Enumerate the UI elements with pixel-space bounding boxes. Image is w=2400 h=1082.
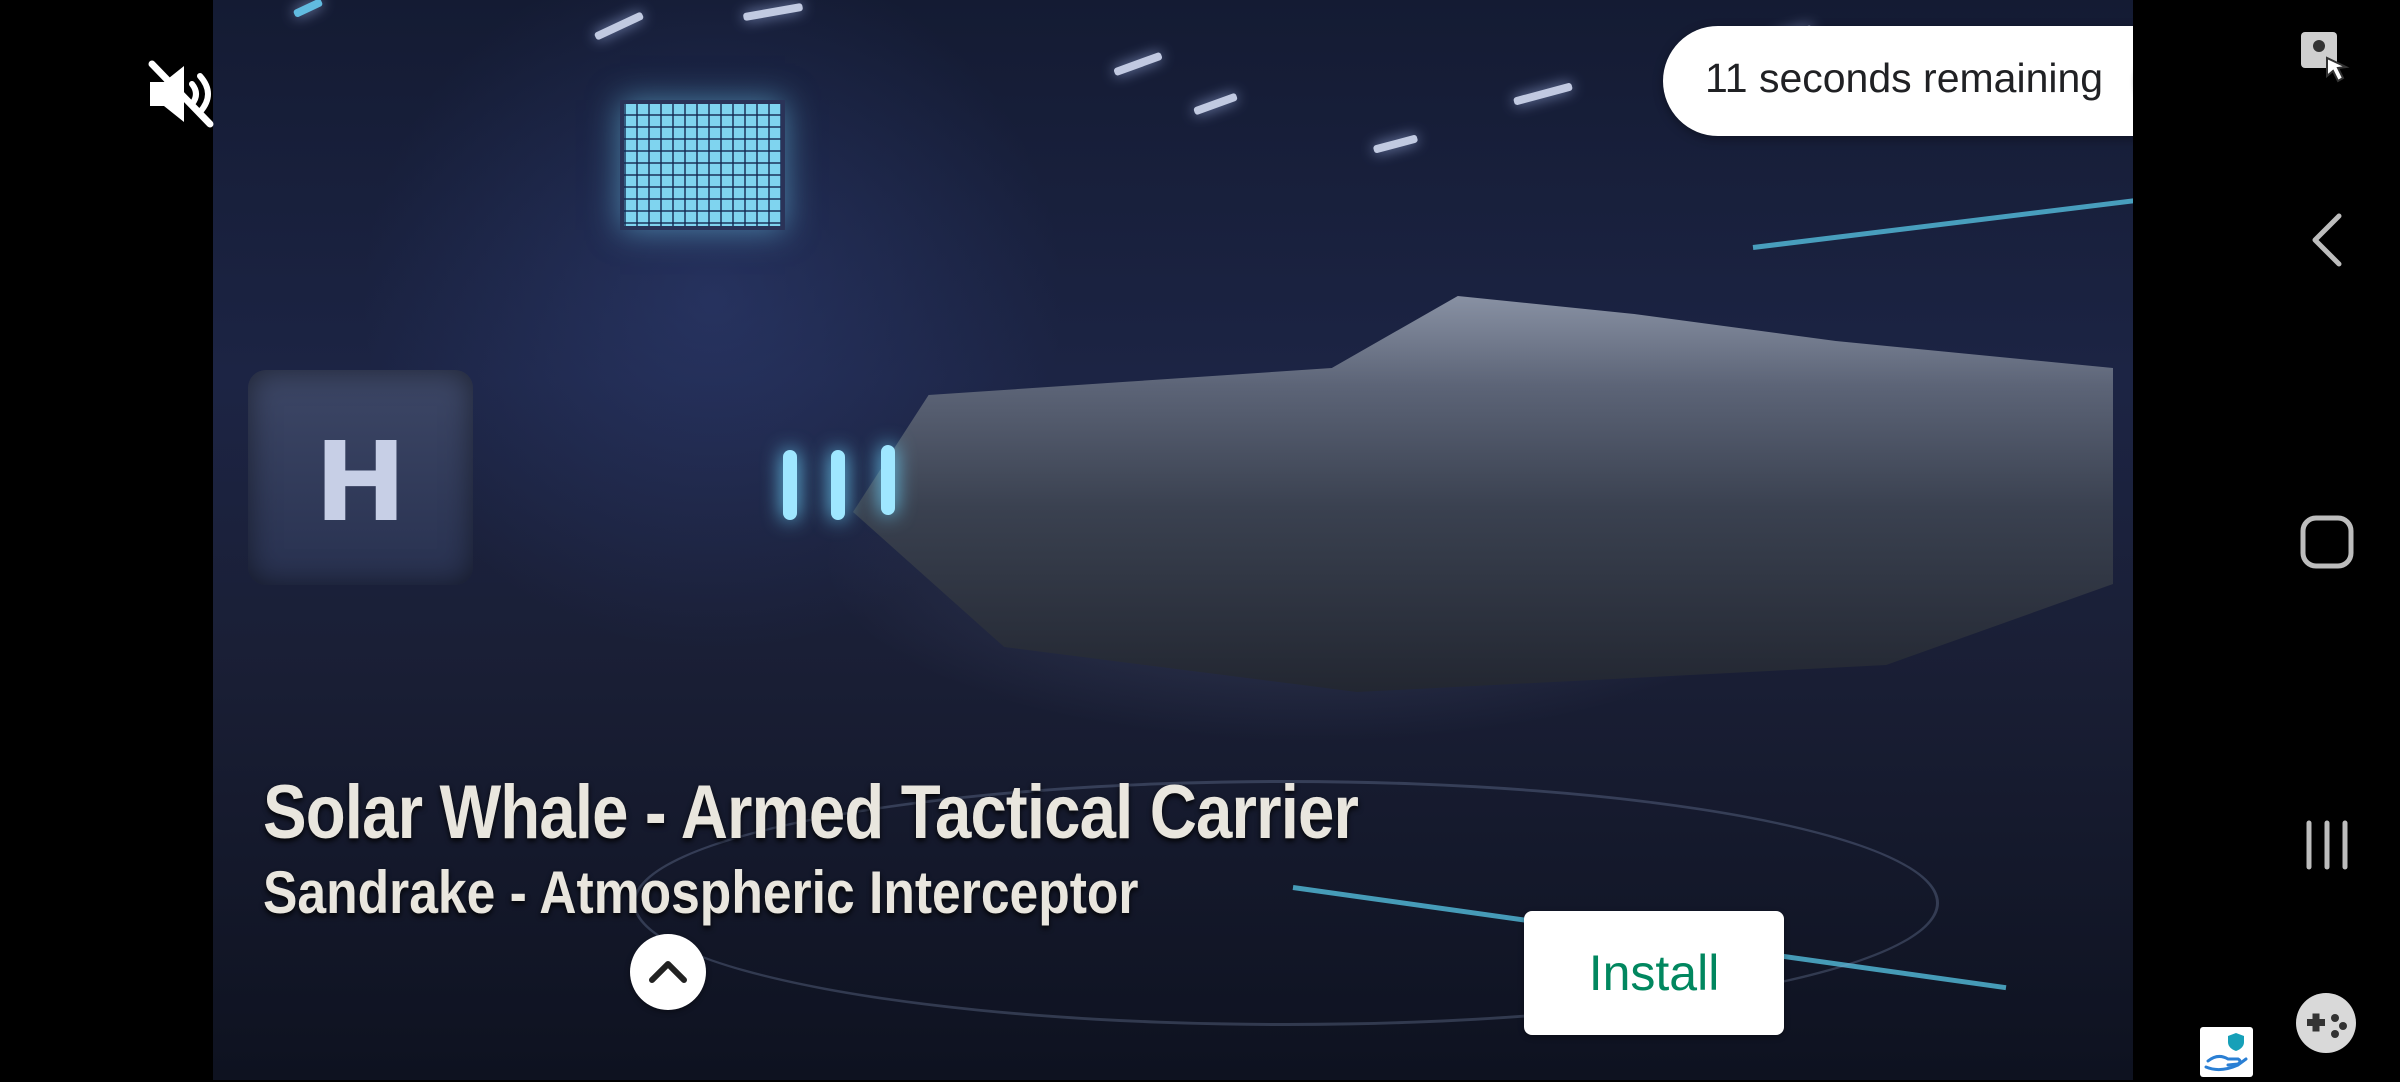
back-button[interactable] [2301, 210, 2361, 270]
system-nav-bar [2133, 0, 2400, 1080]
mute-button[interactable] [140, 54, 220, 134]
helipad-sign: H [248, 370, 473, 585]
ad-titles: Solar Whale - Armed Tactical Carrier San… [263, 775, 1536, 923]
recents-button[interactable] [2297, 815, 2357, 875]
back-icon [2312, 213, 2342, 267]
game-tools-button[interactable] [2293, 990, 2359, 1056]
screenshot-tool-button[interactable] [2297, 28, 2357, 88]
ship-light-3 [881, 445, 895, 515]
speaker-muted-icon [148, 60, 214, 128]
ad-title-sub: Sandrake - Atmospheric Interceptor [263, 859, 1139, 926]
home-button[interactable] [2297, 512, 2357, 572]
spaceship-carrier [853, 296, 2113, 692]
hangar-window-grid [620, 100, 785, 230]
countdown-text: 11 seconds remaining [1705, 55, 2104, 101]
screenshot-touch-icon [2301, 32, 2350, 83]
floor-neon-line [1752, 196, 2133, 250]
chevron-up-icon [649, 961, 687, 983]
install-button[interactable]: Install [1524, 911, 1784, 1035]
recent-apps-icon [2306, 820, 2348, 870]
expand-button[interactable] [630, 934, 706, 1010]
ship-light-1 [783, 450, 797, 520]
gamepad-icon [2296, 993, 2356, 1053]
helipad-letter: H [314, 418, 407, 546]
protect-badge[interactable] [2200, 1027, 2253, 1077]
hand-shield-icon [2204, 1033, 2248, 1072]
ship-light-2 [831, 450, 845, 520]
ad-title-main: Solar Whale - Armed Tactical Carrier [263, 770, 1359, 855]
home-icon [2300, 515, 2354, 569]
